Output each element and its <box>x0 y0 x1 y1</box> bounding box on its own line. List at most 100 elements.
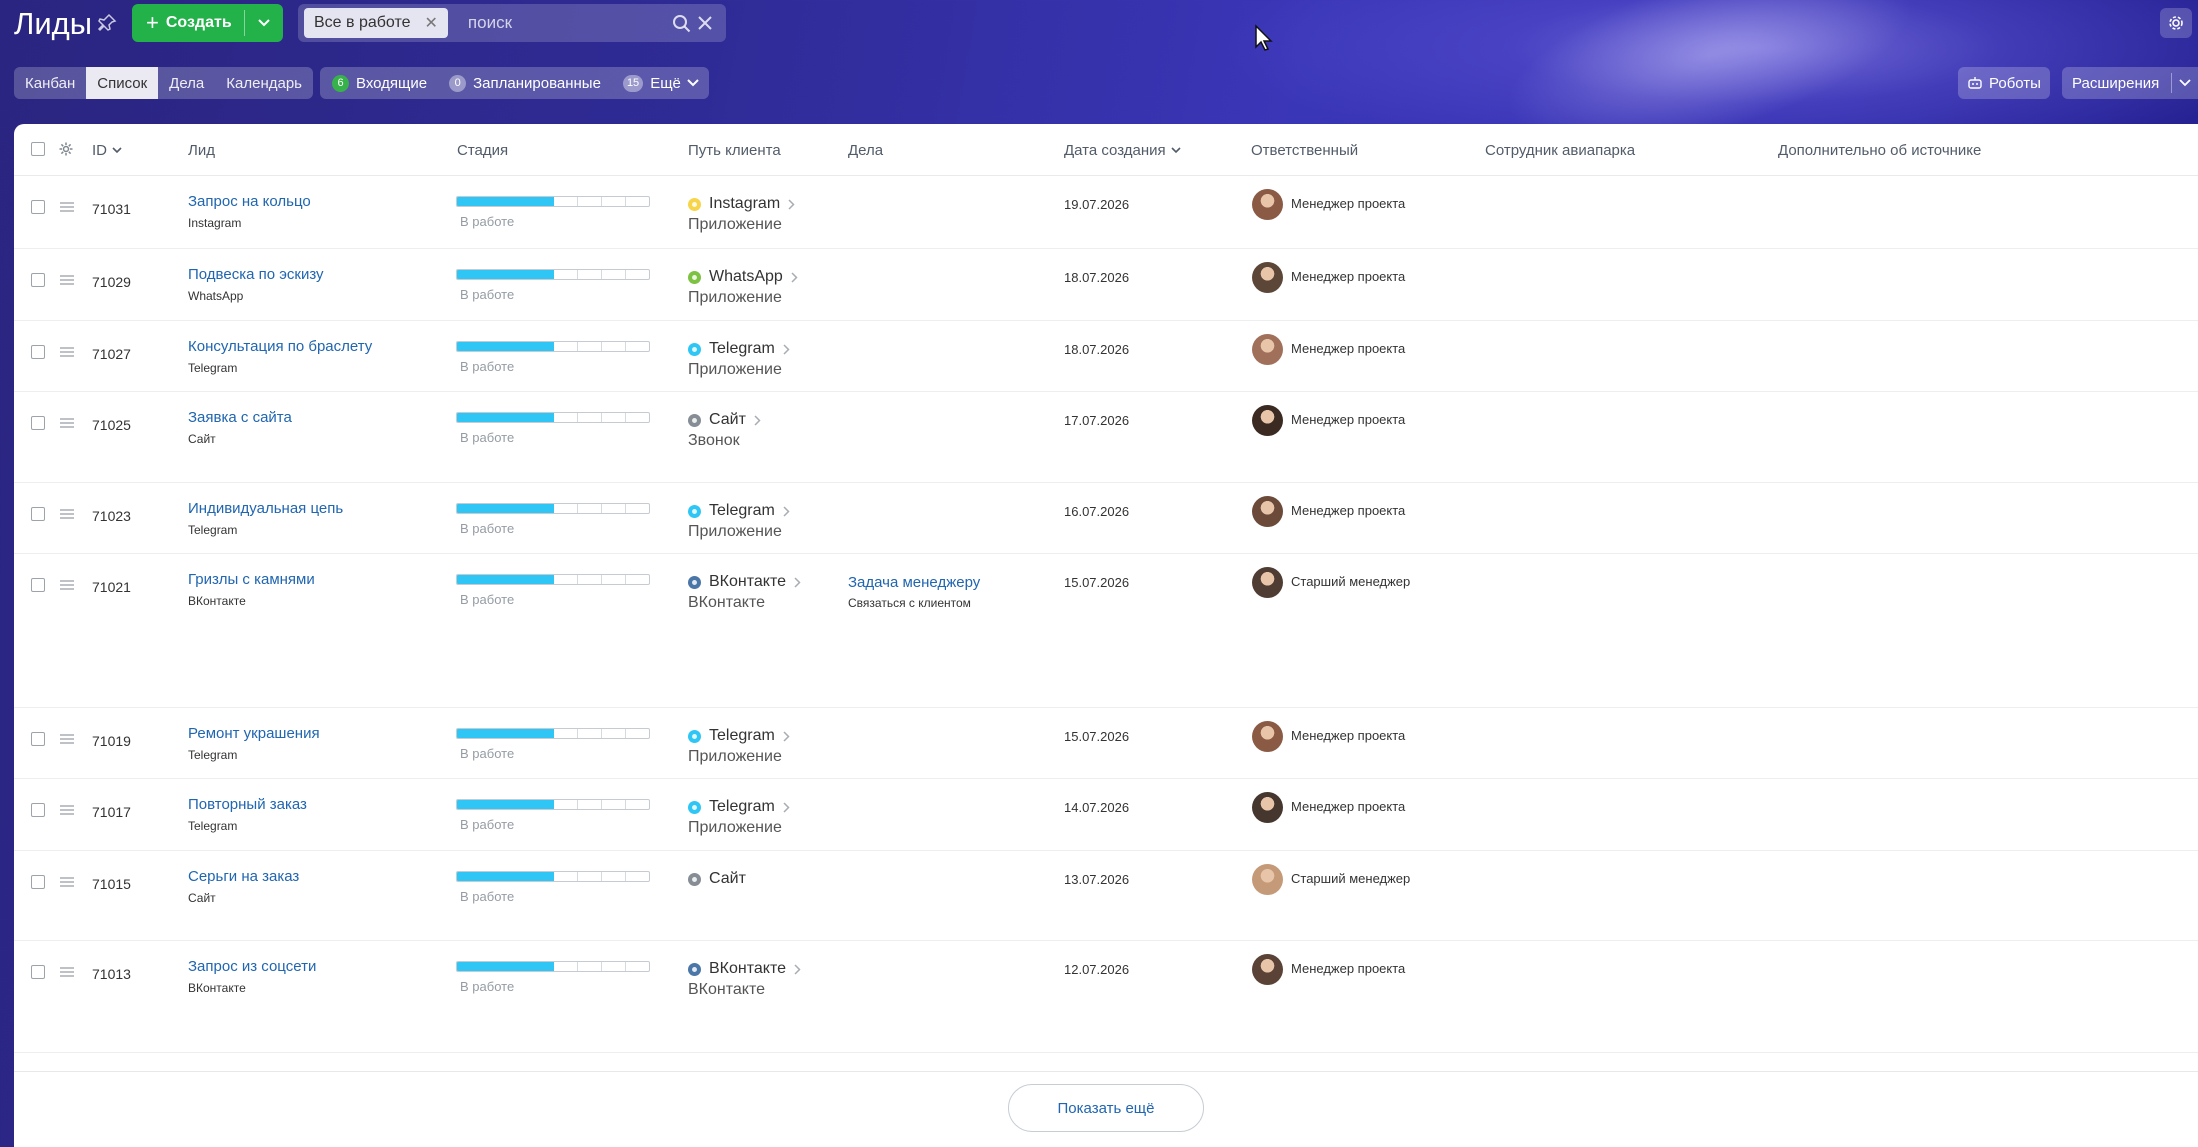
table-row[interactable]: 71029 Подвеска по эскизу WhatsApp В работе W… <box>14 249 2198 321</box>
table-row[interactable]: 71015 Серьги на заказ Сайт В работе Сайт 13.0… <box>14 851 2198 941</box>
lead-title-link[interactable]: Ремонт украшения <box>188 725 320 742</box>
table-row[interactable]: 71023 Индивидуальная цепь Telegram В работе… <box>14 483 2198 554</box>
column-header-created[interactable]: Дата создания <box>1064 142 1181 159</box>
search-input[interactable] <box>467 13 658 33</box>
column-header-aviapark[interactable]: Сотрудник авиапарка <box>1485 142 1635 159</box>
customer-path[interactable]: WhatsApp <box>688 268 798 286</box>
customer-path[interactable]: Telegram <box>688 502 790 520</box>
customer-path[interactable]: Instagram <box>688 195 795 213</box>
robots-button[interactable]: Роботы <box>1958 67 2050 99</box>
stage-progress-bar[interactable] <box>456 412 650 423</box>
lead-title-link[interactable]: Гризлы с камнями <box>188 571 315 588</box>
customer-path[interactable]: ВКонтакте <box>688 573 801 591</box>
avatar[interactable] <box>1252 262 1283 293</box>
column-settings-gear-icon[interactable] <box>58 141 74 162</box>
tab-kanban[interactable]: Канбан <box>14 67 86 99</box>
remove-filter-icon[interactable]: ✕ <box>425 13 438 33</box>
customer-path[interactable]: ВКонтакте <box>688 960 801 978</box>
customer-path[interactable]: Telegram <box>688 340 790 358</box>
row-checkbox[interactable] <box>31 875 45 889</box>
responsible-name[interactable]: Менеджер проекта <box>1291 412 1405 427</box>
row-checkbox[interactable] <box>31 803 45 817</box>
avatar[interactable] <box>1252 334 1283 365</box>
table-row[interactable]: 71017 Повторный заказ Telegram В работе Tele… <box>14 779 2198 851</box>
row-menu-icon[interactable] <box>58 507 76 526</box>
avatar[interactable] <box>1252 792 1283 823</box>
avatar[interactable] <box>1252 721 1283 752</box>
tab-activities[interactable]: Дела <box>158 67 215 99</box>
row-menu-icon[interactable] <box>58 803 76 822</box>
create-button-main[interactable]: + Создать <box>132 4 244 42</box>
customer-path[interactable]: Telegram <box>688 727 790 745</box>
row-menu-icon[interactable] <box>58 345 76 364</box>
lead-title-link[interactable]: Индивидуальная цепь <box>188 500 343 517</box>
responsible-name[interactable]: Менеджер проекта <box>1291 269 1405 284</box>
responsible-name[interactable]: Менеджер проекта <box>1291 799 1405 814</box>
stage-progress-bar[interactable] <box>456 341 650 352</box>
lead-title-link[interactable]: Запрос из соцсети <box>188 958 316 975</box>
lead-title-link[interactable]: Подвеска по эскизу <box>188 266 324 283</box>
customer-path[interactable]: Сайт <box>688 870 746 888</box>
counter-more[interactable]: 15 Ещё <box>622 74 699 92</box>
row-checkbox[interactable] <box>31 578 45 592</box>
stage-progress-bar[interactable] <box>456 196 650 207</box>
row-checkbox[interactable] <box>31 345 45 359</box>
column-header-path[interactable]: Путь клиента <box>688 142 781 159</box>
close-icon[interactable] <box>696 14 714 37</box>
search-bar[interactable]: Все в работе ✕ <box>298 4 726 42</box>
counter-incoming[interactable]: 6 Входящие <box>332 74 427 92</box>
stage-progress-bar[interactable] <box>456 799 650 810</box>
responsible-name[interactable]: Менеджер проекта <box>1291 196 1405 211</box>
row-checkbox[interactable] <box>31 200 45 214</box>
column-header-source-extra[interactable]: Дополнительно об источнике <box>1778 142 1981 159</box>
tab-list[interactable]: Список <box>86 67 159 99</box>
stage-progress-bar[interactable] <box>456 871 650 882</box>
column-header-responsible[interactable]: Ответственный <box>1251 142 1358 159</box>
table-row[interactable]: 71013 Запрос из соцсети ВКонтакте В работе В… <box>14 941 2198 1053</box>
row-menu-icon[interactable] <box>58 200 76 219</box>
column-header-id[interactable]: ID <box>92 142 122 159</box>
select-all-checkbox[interactable] <box>31 142 45 156</box>
lead-title-link[interactable]: Консультация по браслету <box>188 338 372 355</box>
avatar[interactable] <box>1252 189 1283 220</box>
row-menu-icon[interactable] <box>58 273 76 292</box>
customer-path[interactable]: Telegram <box>688 798 790 816</box>
avatar[interactable] <box>1252 496 1283 527</box>
row-menu-icon[interactable] <box>58 875 76 894</box>
column-header-stage[interactable]: Стадия <box>457 142 508 159</box>
create-dropdown-button[interactable] <box>245 4 283 42</box>
show-more-button[interactable]: Показать ещё <box>1008 1084 1204 1132</box>
column-header-deals[interactable]: Дела <box>848 142 883 159</box>
table-row[interactable]: 71019 Ремонт украшения Telegram В работе Tel… <box>14 708 2198 779</box>
stage-progress-bar[interactable] <box>456 728 650 739</box>
table-row[interactable]: 71027 Консультация по браслету Telegram В р… <box>14 321 2198 392</box>
lead-title-link[interactable]: Повторный заказ <box>188 796 307 813</box>
lead-title-link[interactable]: Запрос на кольцо <box>188 193 311 210</box>
search-icon[interactable] <box>672 14 692 39</box>
avatar[interactable] <box>1252 567 1283 598</box>
avatar[interactable] <box>1252 864 1283 895</box>
row-checkbox[interactable] <box>31 273 45 287</box>
stage-progress-bar[interactable] <box>456 961 650 972</box>
responsible-name[interactable]: Менеджер проекта <box>1291 961 1405 976</box>
row-checkbox[interactable] <box>31 732 45 746</box>
extensions-button[interactable]: Расширения <box>2062 67 2198 99</box>
table-row[interactable]: 71021 Гризлы с камнями ВКонтакте В работе ВК… <box>14 554 2198 708</box>
avatar[interactable] <box>1252 954 1283 985</box>
filter-chip[interactable]: Все в работе ✕ <box>304 8 448 38</box>
chevron-down-icon[interactable] <box>2179 79 2191 87</box>
table-row[interactable]: 71031 Запрос на кольцо Instagram В работе In… <box>14 176 2198 249</box>
row-menu-icon[interactable] <box>58 578 76 597</box>
table-row[interactable]: 71025 Заявка с сайта Сайт В работе Сайт Звоно… <box>14 392 2198 483</box>
stage-progress-bar[interactable] <box>456 574 650 585</box>
row-menu-icon[interactable] <box>58 965 76 984</box>
stage-progress-bar[interactable] <box>456 503 650 514</box>
lead-title-link[interactable]: Заявка с сайта <box>188 409 292 426</box>
row-menu-icon[interactable] <box>58 416 76 435</box>
create-button[interactable]: + Создать <box>132 4 283 42</box>
row-checkbox[interactable] <box>31 416 45 430</box>
stage-progress-bar[interactable] <box>456 269 650 280</box>
responsible-name[interactable]: Менеджер проекта <box>1291 341 1405 356</box>
tab-calendar[interactable]: Календарь <box>215 67 313 99</box>
avatar[interactable] <box>1252 405 1283 436</box>
